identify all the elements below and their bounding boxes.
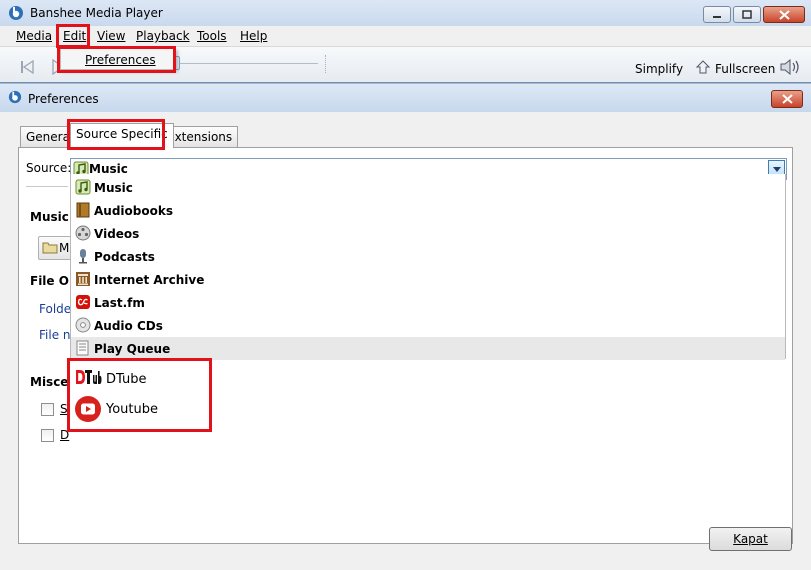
list-item-videos[interactable]: Videos: [71, 222, 785, 245]
menu-media[interactable]: Media: [16, 29, 52, 43]
kapat-button-label: Kapat: [733, 532, 768, 546]
preferences-menu-item[interactable]: Preferences: [85, 53, 156, 67]
list-item-podcasts[interactable]: Podcasts: [71, 245, 785, 268]
list-item-youtube[interactable]: Youtube: [70, 393, 208, 427]
list-item-play-queue[interactable]: Play Queue: [71, 337, 785, 360]
main-titlebar: Banshee Media Player: [0, 0, 811, 26]
menu-view[interactable]: View: [97, 29, 125, 43]
list-item-label: Youtube: [106, 402, 158, 417]
video-icon: [75, 225, 91, 241]
dtube-logo: [75, 368, 102, 386]
list-item-label: DTube: [106, 372, 147, 387]
folder-icon: [42, 241, 58, 254]
list-item-audio-cds[interactable]: Audio CDs: [71, 314, 785, 337]
edit-menu-dropdown: Preferences: [60, 48, 176, 70]
list-item-label: Podcasts: [94, 250, 155, 264]
list-item-label: Internet Archive: [94, 273, 205, 287]
music-folder-button[interactable]: M: [38, 236, 74, 260]
podcast-icon: [75, 248, 91, 264]
fullscreen-icon[interactable]: [695, 60, 711, 74]
youtube-logo: [74, 395, 102, 423]
list-item-lastfm[interactable]: Last.fm: [71, 291, 785, 314]
menu-edit[interactable]: Edit: [63, 29, 86, 43]
misc-checkbox-1[interactable]: [41, 403, 54, 416]
misc-checkbox-2-label: D: [60, 428, 70, 442]
misc-checkbox-1-label: S: [60, 402, 68, 416]
list-item-dtube[interactable]: DTube: [70, 363, 208, 393]
list-item-label: Audiobooks: [94, 204, 173, 218]
tab-source-specific[interactable]: Source Specific: [70, 123, 174, 148]
maximize-button[interactable]: [733, 6, 761, 23]
list-item-label: Music: [94, 181, 133, 195]
lastfm-icon: [75, 294, 91, 310]
simplify-button[interactable]: Simplify: [635, 62, 683, 76]
menu-help[interactable]: Help: [240, 29, 267, 43]
source-dropdown-list: Music Audiobooks Videos Podcasts Interne…: [70, 174, 786, 360]
fullscreen-button[interactable]: Fullscreen: [715, 62, 775, 76]
list-item-audiobooks[interactable]: Audiobooks: [71, 199, 785, 222]
dialog-close-button[interactable]: [771, 90, 803, 108]
list-item-label: Play Queue: [94, 342, 171, 356]
menu-playback[interactable]: Playback: [136, 29, 190, 43]
minimize-button[interactable]: [703, 6, 731, 23]
list-item-music[interactable]: Music: [71, 176, 785, 199]
window-controls: [703, 6, 805, 23]
audiobook-icon: [75, 202, 91, 218]
seek-slider-track[interactable]: [178, 63, 318, 64]
added-sources-list: DTube Youtube: [70, 359, 208, 429]
previous-track-icon[interactable]: [20, 60, 34, 74]
banshee-logo-icon: [8, 90, 22, 104]
banshee-logo-icon: [8, 5, 24, 21]
close-window-button[interactable]: [763, 6, 805, 23]
list-item-label: Audio CDs: [94, 319, 163, 333]
list-item-label: Last.fm: [94, 296, 145, 310]
list-item-label: Videos: [94, 227, 140, 241]
kapat-button[interactable]: Kapat: [709, 527, 792, 551]
menu-bar: Media Edit View Playback Tools Help: [0, 26, 811, 47]
separator: [26, 186, 68, 187]
volume-icon[interactable]: [779, 59, 801, 75]
music-folder-button-label: M: [59, 241, 70, 255]
main-window-title: Banshee Media Player: [30, 6, 163, 20]
menu-tools[interactable]: Tools: [197, 29, 227, 43]
internet-archive-icon: [75, 271, 91, 287]
dialog-titlebar: Preferences: [0, 84, 811, 112]
play-queue-icon: [75, 340, 91, 356]
toolbar-separator: [325, 55, 326, 73]
cd-icon: [75, 317, 91, 333]
misc-checkbox-2[interactable]: [41, 429, 54, 442]
dialog-title: Preferences: [28, 92, 99, 106]
list-item-internet-archive[interactable]: Internet Archive: [71, 268, 785, 291]
source-label: Source:: [26, 161, 72, 175]
music-icon: [75, 179, 91, 195]
